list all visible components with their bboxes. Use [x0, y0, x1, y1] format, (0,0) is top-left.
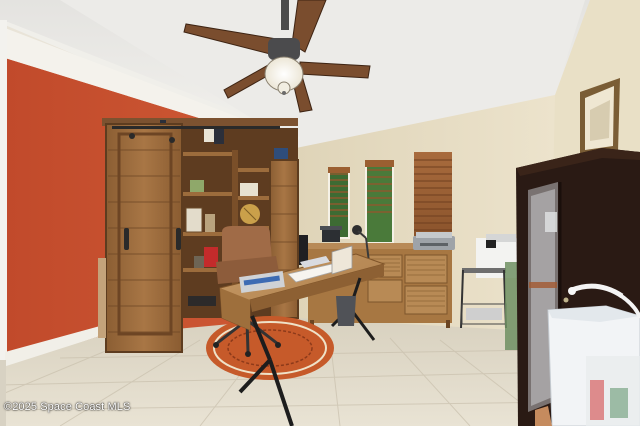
- window-right: [414, 152, 452, 236]
- copyright-watermark: ©2025 Space Coast MLS: [4, 401, 131, 413]
- window-middle: [365, 160, 394, 244]
- printer: [413, 232, 455, 250]
- round-rug: [206, 316, 334, 380]
- room-illustration: [0, 0, 640, 426]
- listing-photo-home-office: ©2025 Space Coast MLS: [0, 0, 640, 426]
